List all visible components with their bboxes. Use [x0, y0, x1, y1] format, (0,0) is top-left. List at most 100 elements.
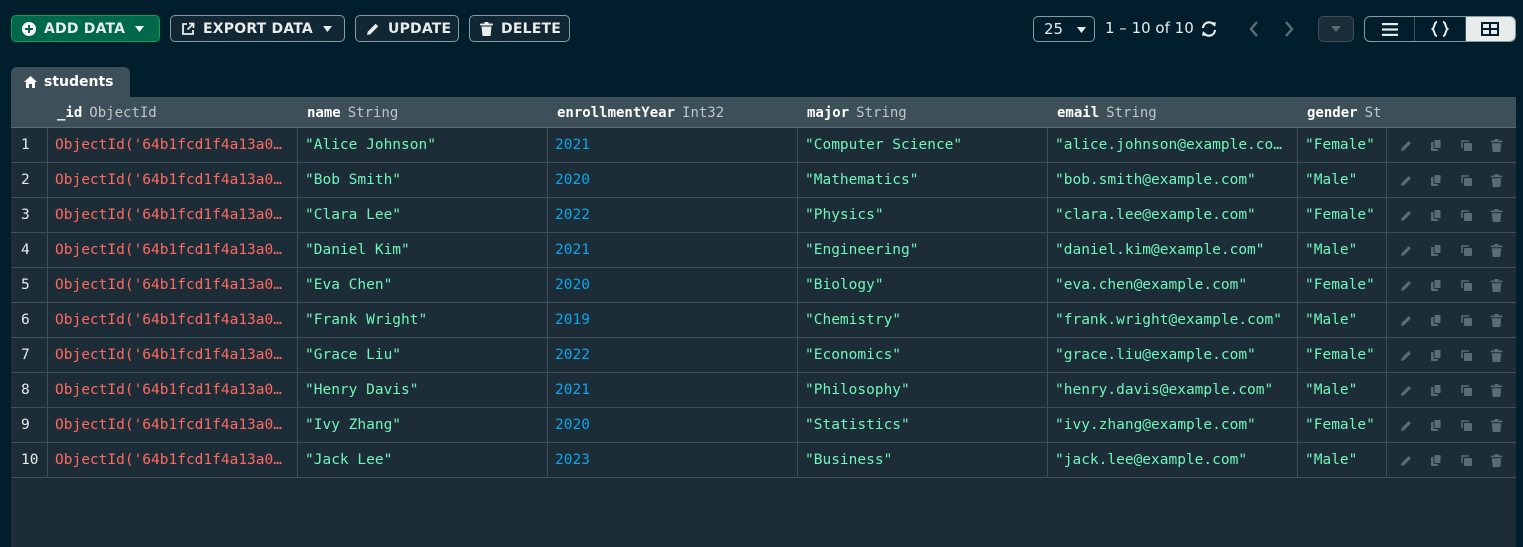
delete-button[interactable] [1490, 173, 1503, 187]
cell-id[interactable]: ObjectId('64b1fcd1f4a13a0… [48, 163, 298, 197]
edit-button[interactable] [1400, 279, 1413, 292]
copy-button[interactable] [1430, 208, 1443, 222]
copy-button[interactable] [1430, 348, 1443, 362]
cell-email[interactable]: "daniel.kim@example.com" [1048, 233, 1298, 267]
cell-major[interactable]: "Statistics" [798, 408, 1048, 442]
cell-gender[interactable]: "Female" [1298, 268, 1387, 302]
edit-button[interactable] [1400, 349, 1413, 362]
delete-button[interactable] [1490, 313, 1503, 327]
cell-major[interactable]: "Biology" [798, 268, 1048, 302]
previous-page-button[interactable] [1244, 18, 1264, 40]
copy-button[interactable] [1430, 313, 1443, 327]
cell-enrollment-year[interactable]: 2021 [548, 233, 798, 267]
table-row[interactable]: 3 ObjectId('64b1fcd1f4a13a0… "Clara Lee" 20… [11, 198, 1516, 233]
cell-major[interactable]: "Business" [798, 443, 1048, 477]
table-row[interactable]: 1 ObjectId('64b1fcd1f4a13a0… "Alice Johnso… [11, 128, 1516, 163]
cell-gender[interactable]: "Male" [1298, 443, 1387, 477]
cell-id[interactable]: ObjectId('64b1fcd1f4a13a0… [48, 233, 298, 267]
cell-id[interactable]: ObjectId('64b1fcd1f4a13a0… [48, 408, 298, 442]
cell-email[interactable]: "alice.johnson@example.co… [1048, 128, 1298, 162]
table-row[interactable]: 2 ObjectId('64b1fcd1f4a13a0… "Bob Smith" 20… [11, 163, 1516, 198]
column-header-enrollment-year[interactable]: enrollmentYear Int32 [548, 97, 798, 128]
cell-id[interactable]: ObjectId('64b1fcd1f4a13a0… [48, 338, 298, 372]
edit-button[interactable] [1400, 209, 1413, 222]
delete-button[interactable] [1490, 453, 1503, 467]
cell-email[interactable]: "clara.lee@example.com" [1048, 198, 1298, 232]
clone-button[interactable] [1460, 384, 1473, 397]
cell-enrollment-year[interactable]: 2020 [548, 163, 798, 197]
table-row[interactable]: 6 ObjectId('64b1fcd1f4a13a0… "Frank Wright… [11, 303, 1516, 338]
cell-gender[interactable]: "Female" [1298, 338, 1387, 372]
cell-enrollment-year[interactable]: 2021 [548, 373, 798, 407]
cell-email[interactable]: "henry.davis@example.com" [1048, 373, 1298, 407]
cell-id[interactable]: ObjectId('64b1fcd1f4a13a0… [48, 303, 298, 337]
cell-enrollment-year[interactable]: 2021 [548, 128, 798, 162]
cell-email[interactable]: "jack.lee@example.com" [1048, 443, 1298, 477]
edit-button[interactable] [1400, 244, 1413, 257]
table-row[interactable]: 8 ObjectId('64b1fcd1f4a13a0… "Henry Davis"… [11, 373, 1516, 408]
cell-enrollment-year[interactable]: 2020 [548, 268, 798, 302]
copy-button[interactable] [1430, 278, 1443, 292]
column-header-gender[interactable]: gender St [1298, 97, 1387, 128]
copy-button[interactable] [1430, 453, 1443, 467]
json-view-button[interactable] [1414, 17, 1464, 41]
cell-gender[interactable]: "Male" [1298, 373, 1387, 407]
cell-gender[interactable]: "Female" [1298, 128, 1387, 162]
add-data-button[interactable]: ADD DATA [11, 15, 160, 42]
table-row[interactable]: 4 ObjectId('64b1fcd1f4a13a0… "Daniel Kim" 2… [11, 233, 1516, 268]
cell-name[interactable]: "Alice Johnson" [298, 128, 548, 162]
list-view-button[interactable] [1365, 17, 1414, 41]
cell-enrollment-year[interactable]: 2019 [548, 303, 798, 337]
cell-name[interactable]: "Bob Smith" [298, 163, 548, 197]
cell-id[interactable]: ObjectId('64b1fcd1f4a13a0… [48, 373, 298, 407]
table-view-button[interactable] [1464, 17, 1515, 41]
delete-button[interactable] [1490, 418, 1503, 432]
cell-email[interactable]: "grace.liu@example.com" [1048, 338, 1298, 372]
cell-name[interactable]: "Henry Davis" [298, 373, 548, 407]
page-size-select[interactable]: 25 [1033, 16, 1095, 42]
cell-major[interactable]: "Economics" [798, 338, 1048, 372]
copy-button[interactable] [1430, 138, 1443, 152]
cell-major[interactable]: "Computer Science" [798, 128, 1048, 162]
cell-id[interactable]: ObjectId('64b1fcd1f4a13a0… [48, 443, 298, 477]
cell-email[interactable]: "eva.chen@example.com" [1048, 268, 1298, 302]
column-header-id[interactable]: _id ObjectId [48, 97, 298, 128]
cell-major[interactable]: "Mathematics" [798, 163, 1048, 197]
clone-button[interactable] [1460, 174, 1473, 187]
cell-major[interactable]: "Chemistry" [798, 303, 1048, 337]
column-header-major[interactable]: major String [798, 97, 1048, 128]
clone-button[interactable] [1460, 419, 1473, 432]
copy-button[interactable] [1430, 243, 1443, 257]
delete-button[interactable]: DELETE [469, 15, 570, 42]
cell-enrollment-year[interactable]: 2020 [548, 408, 798, 442]
copy-button[interactable] [1430, 173, 1443, 187]
column-header-email[interactable]: email String [1048, 97, 1298, 128]
clone-button[interactable] [1460, 349, 1473, 362]
update-button[interactable]: UPDATE [355, 15, 459, 42]
copy-button[interactable] [1430, 383, 1443, 397]
column-header-name[interactable]: name String [298, 97, 548, 128]
cell-enrollment-year[interactable]: 2023 [548, 443, 798, 477]
export-data-button[interactable]: EXPORT DATA [170, 15, 345, 42]
cell-major[interactable]: "Physics" [798, 198, 1048, 232]
cell-id[interactable]: ObjectId('64b1fcd1f4a13a0… [48, 128, 298, 162]
cell-name[interactable]: "Clara Lee" [298, 198, 548, 232]
table-row[interactable]: 5 ObjectId('64b1fcd1f4a13a0… "Eva Chen" 202… [11, 268, 1516, 303]
edit-button[interactable] [1400, 314, 1413, 327]
edit-button[interactable] [1400, 384, 1413, 397]
delete-button[interactable] [1490, 208, 1503, 222]
delete-button[interactable] [1490, 278, 1503, 292]
cell-major[interactable]: "Engineering" [798, 233, 1048, 267]
cell-name[interactable]: "Jack Lee" [298, 443, 548, 477]
delete-button[interactable] [1490, 138, 1503, 152]
edit-button[interactable] [1400, 174, 1413, 187]
cell-gender[interactable]: "Male" [1298, 163, 1387, 197]
more-options-button[interactable] [1318, 16, 1354, 42]
cell-name[interactable]: "Eva Chen" [298, 268, 548, 302]
table-row[interactable]: 10 ObjectId('64b1fcd1f4a13a0… "Jack Lee" 20… [11, 443, 1516, 478]
refresh-button[interactable] [1198, 18, 1220, 40]
cell-gender[interactable]: "Female" [1298, 408, 1387, 442]
clone-button[interactable] [1460, 244, 1473, 257]
cell-gender[interactable]: "Male" [1298, 303, 1387, 337]
delete-button[interactable] [1490, 243, 1503, 257]
